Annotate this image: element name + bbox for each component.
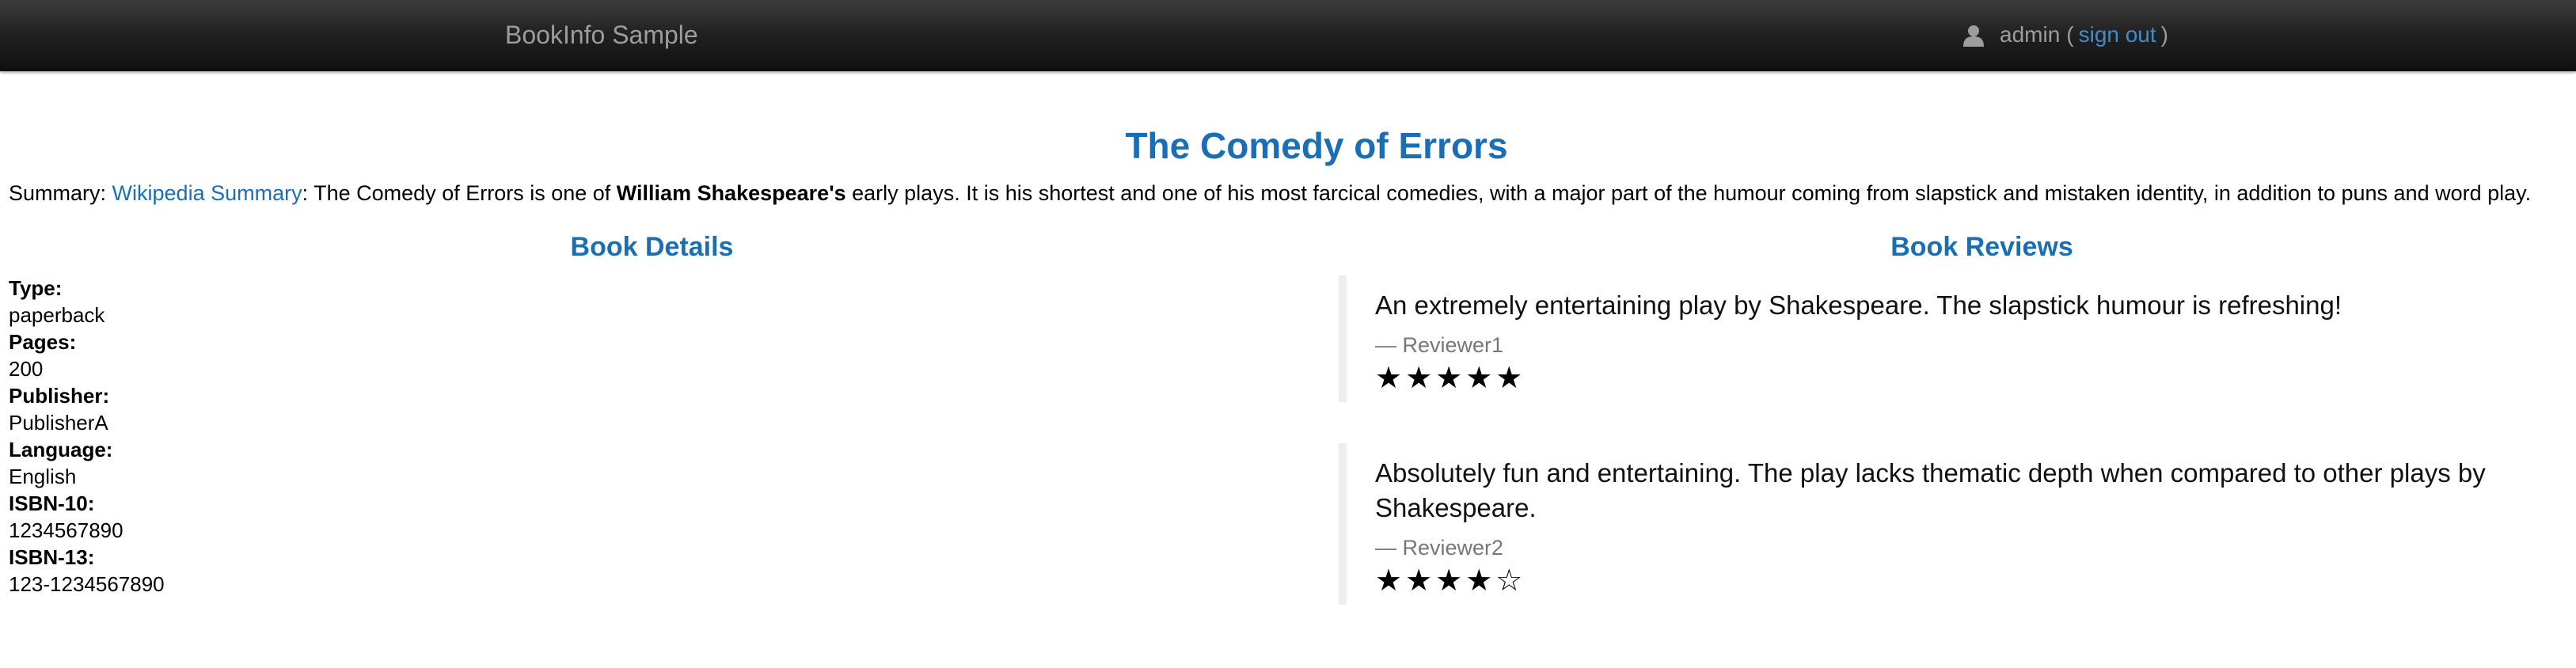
detail-label-language: Language: [9, 438, 113, 461]
paren-open: ( [2066, 22, 2074, 47]
detail-value-pages: 200 [9, 357, 44, 381]
review-author: — Reviewer2 [1375, 536, 1504, 560]
summary-prefix: Summary: [9, 181, 107, 205]
star-rating: ★★★★☆ [1375, 563, 1526, 598]
user-name: admin [2000, 22, 2061, 47]
book-reviews-heading: Book Reviews [1890, 232, 2073, 262]
wikipedia-summary-link[interactable]: Wikipedia Summary [112, 181, 302, 205]
review-text: Absolutely fun and entertaining. The pla… [1375, 458, 2486, 522]
book-details-heading: Book Details [570, 232, 734, 262]
book-summary: Summary: Wikipedia Summary: The Comedy o… [9, 179, 2531, 207]
detail-label-type: Type: [9, 276, 63, 300]
detail-label-isbn10: ISBN-10: [9, 492, 95, 515]
review-text: An extremely entertaining play by Shakes… [1375, 290, 2342, 320]
summary-text-2: early plays. It is his shortest and one … [852, 181, 2532, 205]
detail-value-isbn13: 123-1234567890 [9, 572, 165, 596]
user-box: admin ( sign out ) [1963, 19, 2168, 51]
detail-label-pages: Pages: [9, 330, 77, 354]
detail-label-publisher: Publisher: [9, 384, 110, 408]
top-navbar: BookInfo Sample admin ( sign out ) [0, 0, 2576, 71]
star-rating: ★★★★★ [1375, 360, 1526, 395]
summary-author: William Shakespeare's [616, 181, 846, 205]
detail-value-language: English [9, 465, 77, 488]
detail-label-isbn13: ISBN-13: [9, 545, 95, 569]
detail-value-publisher: PublisherA [9, 411, 108, 435]
review-author: — Reviewer1 [1375, 333, 1504, 357]
user-icon [1963, 24, 1984, 47]
brand-link[interactable]: BookInfo Sample [505, 21, 698, 49]
review-card: An extremely entertaining play by Shakes… [1339, 275, 2518, 402]
sign-out-link[interactable]: sign out [2079, 19, 2156, 51]
detail-value-isbn10: 1234567890 [9, 518, 123, 542]
summary-text-1: : The Comedy of Errors is one of [302, 181, 611, 205]
book-title: The Comedy of Errors [1125, 125, 1508, 166]
paren-close: ) [2160, 22, 2168, 47]
detail-value-type: paperback [9, 303, 105, 327]
book-details-list: Type: paperback Pages: 200 Publisher: Pu… [9, 275, 165, 598]
review-card: Absolutely fun and entertaining. The pla… [1339, 443, 2518, 605]
